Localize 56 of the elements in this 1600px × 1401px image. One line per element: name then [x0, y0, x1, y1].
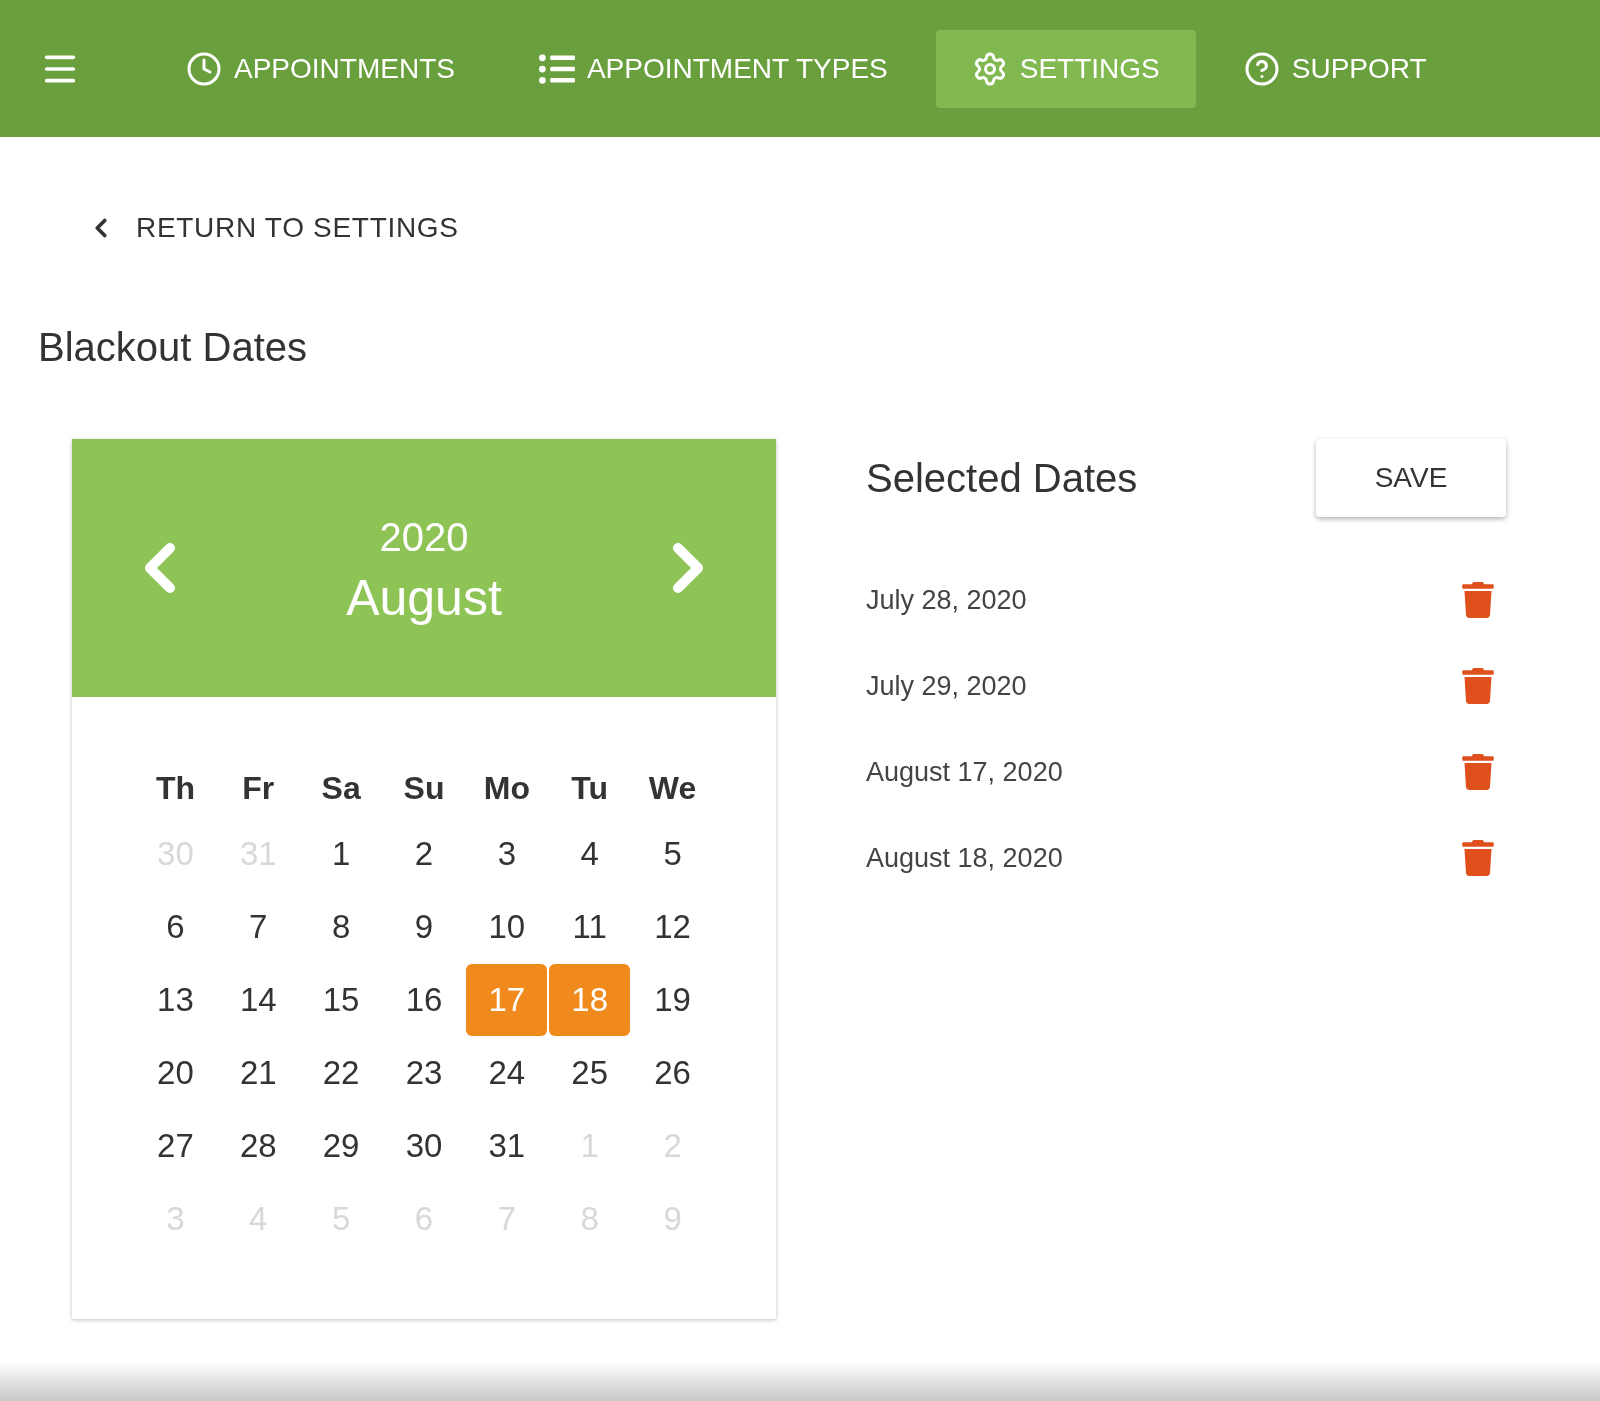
- day-cell[interactable]: 7: [217, 891, 299, 963]
- day-cell[interactable]: 9: [383, 891, 465, 963]
- trash-icon: [1460, 754, 1496, 790]
- weekday-label: Mo: [482, 769, 531, 808]
- day-cell[interactable]: 6: [135, 891, 216, 963]
- day-cell[interactable]: 16: [383, 964, 465, 1036]
- day-cell[interactable]: 20: [135, 1037, 216, 1109]
- weekday-label: Fr: [241, 769, 276, 808]
- weekday-label: Sa: [320, 769, 362, 808]
- trash-icon: [1460, 668, 1496, 704]
- weekday-label: Su: [402, 769, 446, 808]
- selected-date: August 18, 2020: [866, 841, 1063, 875]
- day-cell[interactable]: 5: [632, 818, 713, 890]
- calendar-year: 2020: [379, 513, 469, 561]
- calendar-month: August: [346, 568, 502, 628]
- day-cell[interactable]: 8: [300, 891, 382, 963]
- delete-button[interactable]: [1460, 668, 1496, 704]
- day-cell[interactable]: 23: [383, 1037, 465, 1109]
- day-cell[interactable]: 24: [466, 1037, 548, 1109]
- day-cell[interactable]: 26: [632, 1037, 713, 1109]
- weekday-label: Th: [154, 769, 196, 808]
- trash-icon: [1460, 582, 1496, 618]
- day-cell[interactable]: 29: [300, 1110, 382, 1182]
- weekday-label: We: [647, 769, 698, 808]
- trash-icon: [1460, 840, 1496, 876]
- day-cell[interactable]: 2: [383, 818, 465, 890]
- delete-button[interactable]: [1460, 754, 1496, 790]
- weekday-label: Tu: [570, 769, 610, 808]
- day-cell[interactable]: 31: [466, 1110, 548, 1182]
- day-cell[interactable]: 19: [632, 964, 713, 1036]
- day-cell[interactable]: 14: [217, 964, 299, 1036]
- day-cell[interactable]: 1: [300, 818, 382, 890]
- day-cell[interactable]: 21: [217, 1037, 299, 1109]
- selected-date: August 17, 2020: [866, 755, 1063, 789]
- selected-date: July 28, 2020: [866, 583, 1027, 617]
- day-cell[interactable]: 15: [300, 964, 382, 1036]
- day-cell[interactable]: 10: [466, 891, 548, 963]
- save-button[interactable]: SAVE: [1316, 439, 1506, 517]
- day-cell[interactable]: 11: [549, 891, 631, 963]
- help-icon: [1243, 50, 1280, 87]
- selected-date: July 29, 2020: [866, 669, 1027, 703]
- day-cell[interactable]: 12: [632, 891, 713, 963]
- delete-button[interactable]: [1460, 840, 1496, 876]
- day-cell[interactable]: 4: [549, 818, 631, 890]
- delete-button[interactable]: [1460, 582, 1496, 618]
- day-cell[interactable]: 27: [135, 1110, 216, 1182]
- day-cell[interactable]: 22: [300, 1037, 382, 1109]
- return-link[interactable]: RETURN TO SETTINGS: [86, 207, 1562, 249]
- day-cell[interactable]: 30: [383, 1110, 465, 1182]
- day-cell[interactable]: 3: [466, 818, 548, 890]
- page-title: Blackout Dates: [38, 324, 309, 371]
- day-cell[interactable]: 13: [135, 964, 216, 1036]
- clock-icon: [186, 50, 222, 87]
- selected-dates-title: Selected Dates: [866, 455, 1138, 502]
- day-cell[interactable]: 25: [549, 1037, 631, 1109]
- day-cell[interactable]: 28: [217, 1110, 299, 1182]
